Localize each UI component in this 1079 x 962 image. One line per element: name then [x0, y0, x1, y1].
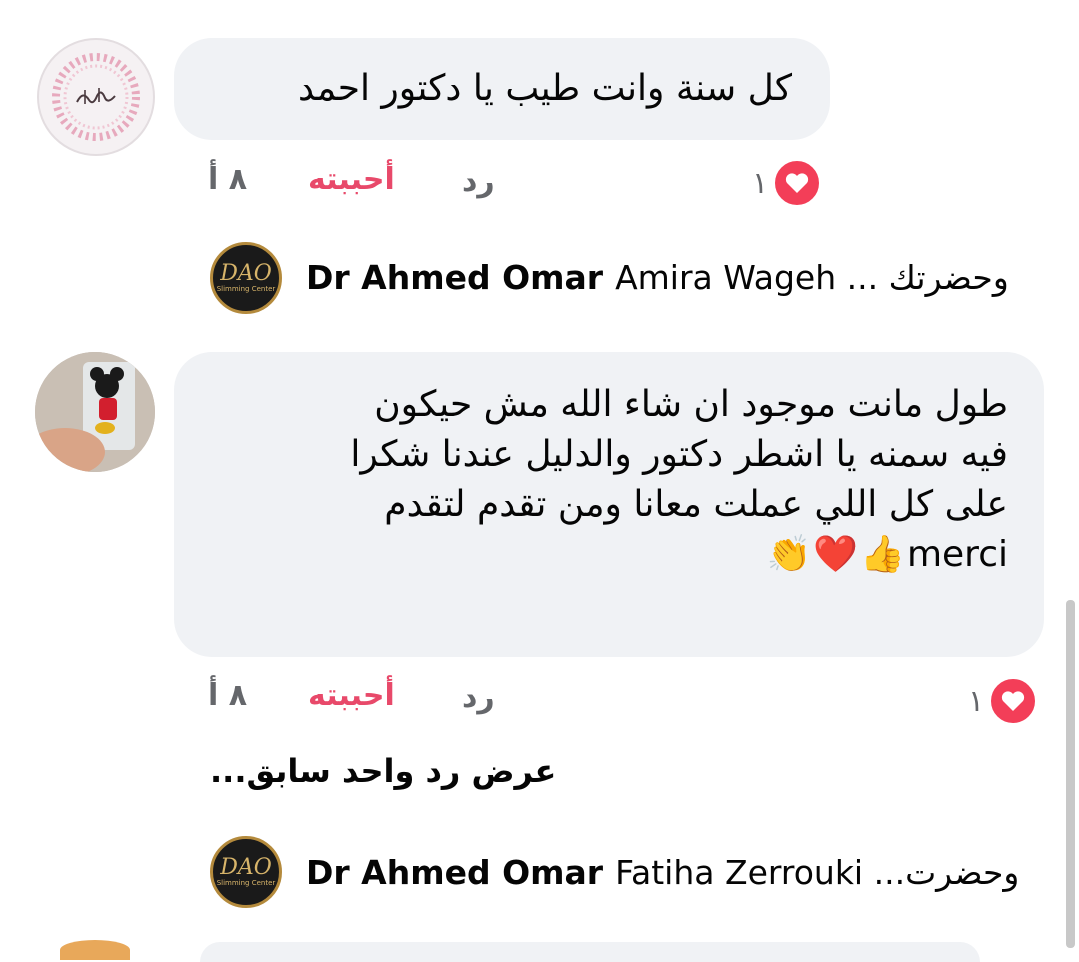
scrollbar[interactable]: [1066, 600, 1075, 948]
reply-1-row[interactable]: Dr Ahmed Omar Amira Wageh ... وحضرتك: [306, 258, 1019, 297]
comment-2-time: ٨ أ: [208, 678, 248, 713]
comment-2-like-button[interactable]: أحببته: [308, 678, 395, 713]
comment-2-line-4: 👏 ❤️ 👍 merci: [350, 530, 1008, 580]
comment-2-avatar[interactable]: [35, 352, 155, 472]
logo-text: DAO: [220, 855, 272, 880]
comment-1-avatar[interactable]: [37, 38, 155, 156]
reply-2-logo[interactable]: DAO Slimming Center: [210, 836, 282, 908]
thumbs-up-emoji: 👍: [860, 534, 905, 575]
comment-1-time: ٨ أ: [208, 162, 248, 197]
comment-1-reactions[interactable]: ١: [752, 158, 823, 208]
comment-2-reply-button[interactable]: رد: [462, 680, 495, 715]
next-comment-bubble: [200, 942, 980, 962]
reply-2-row[interactable]: Dr Ahmed Omar Fatiha Zerrouki ...وحضرت: [306, 853, 1029, 892]
reply-1-author: Dr Ahmed Omar: [306, 258, 604, 297]
comment-2-reactions[interactable]: ١: [968, 676, 1039, 726]
comment-1-reaction-count: ١: [752, 165, 769, 201]
merci-text: merci: [906, 534, 1008, 575]
next-comment-avatar: [60, 940, 130, 960]
calligraphy-avatar-icon: [52, 53, 140, 141]
reply-2-author: Dr Ahmed Omar: [306, 853, 604, 892]
heart-reaction-icon: [988, 676, 1039, 726]
heart-reaction-icon: [772, 158, 823, 208]
comment-2-line-1: طول مانت موجود ان شاء الله مش حيكون: [374, 384, 1008, 425]
comment-1-reply-button[interactable]: رد: [462, 164, 495, 199]
dao-logo-icon: DAO Slimming Center: [210, 836, 282, 908]
comment-2-line-3: على كل اللي عملت معانا ومن تقدم لتقدم: [384, 484, 1008, 525]
doll-photo-avatar-icon: [35, 352, 155, 472]
comment-1-text: كل سنة وانت طيب يا دكتور احمد: [298, 68, 792, 109]
reply-2-preview: Fatiha Zerrouki ...وحضرت: [615, 853, 1020, 892]
logo-sub: Slimming Center: [216, 879, 276, 887]
red-heart-emoji: ❤️: [813, 534, 859, 575]
comment-2-reaction-count: ١: [968, 683, 985, 719]
comment-1-bubble[interactable]: كل سنة وانت طيب يا دكتور احمد: [174, 38, 830, 140]
logo-sub: Slimming Center: [216, 285, 276, 293]
clapping-emoji: 👏: [766, 534, 812, 575]
dao-logo-icon: DAO Slimming Center: [210, 242, 282, 314]
comment-2-line-2: فيه سمنه يا اشطر دكتور والدليل عندنا شكر…: [350, 434, 1008, 475]
view-previous-replies-link[interactable]: عرض رد واحد سابق...: [210, 752, 556, 790]
logo-text: DAO: [220, 261, 272, 286]
reply-1-preview: Amira Wageh ... وحضرتك: [615, 258, 1009, 297]
comment-2-bubble[interactable]: طول مانت موجود ان شاء الله مش حيكون فيه …: [174, 352, 1044, 657]
reply-1-logo[interactable]: DAO Slimming Center: [210, 242, 282, 314]
comment-2-text: طول مانت موجود ان شاء الله مش حيكون فيه …: [350, 380, 1008, 580]
comment-1-like-button[interactable]: أحببته: [308, 162, 395, 197]
